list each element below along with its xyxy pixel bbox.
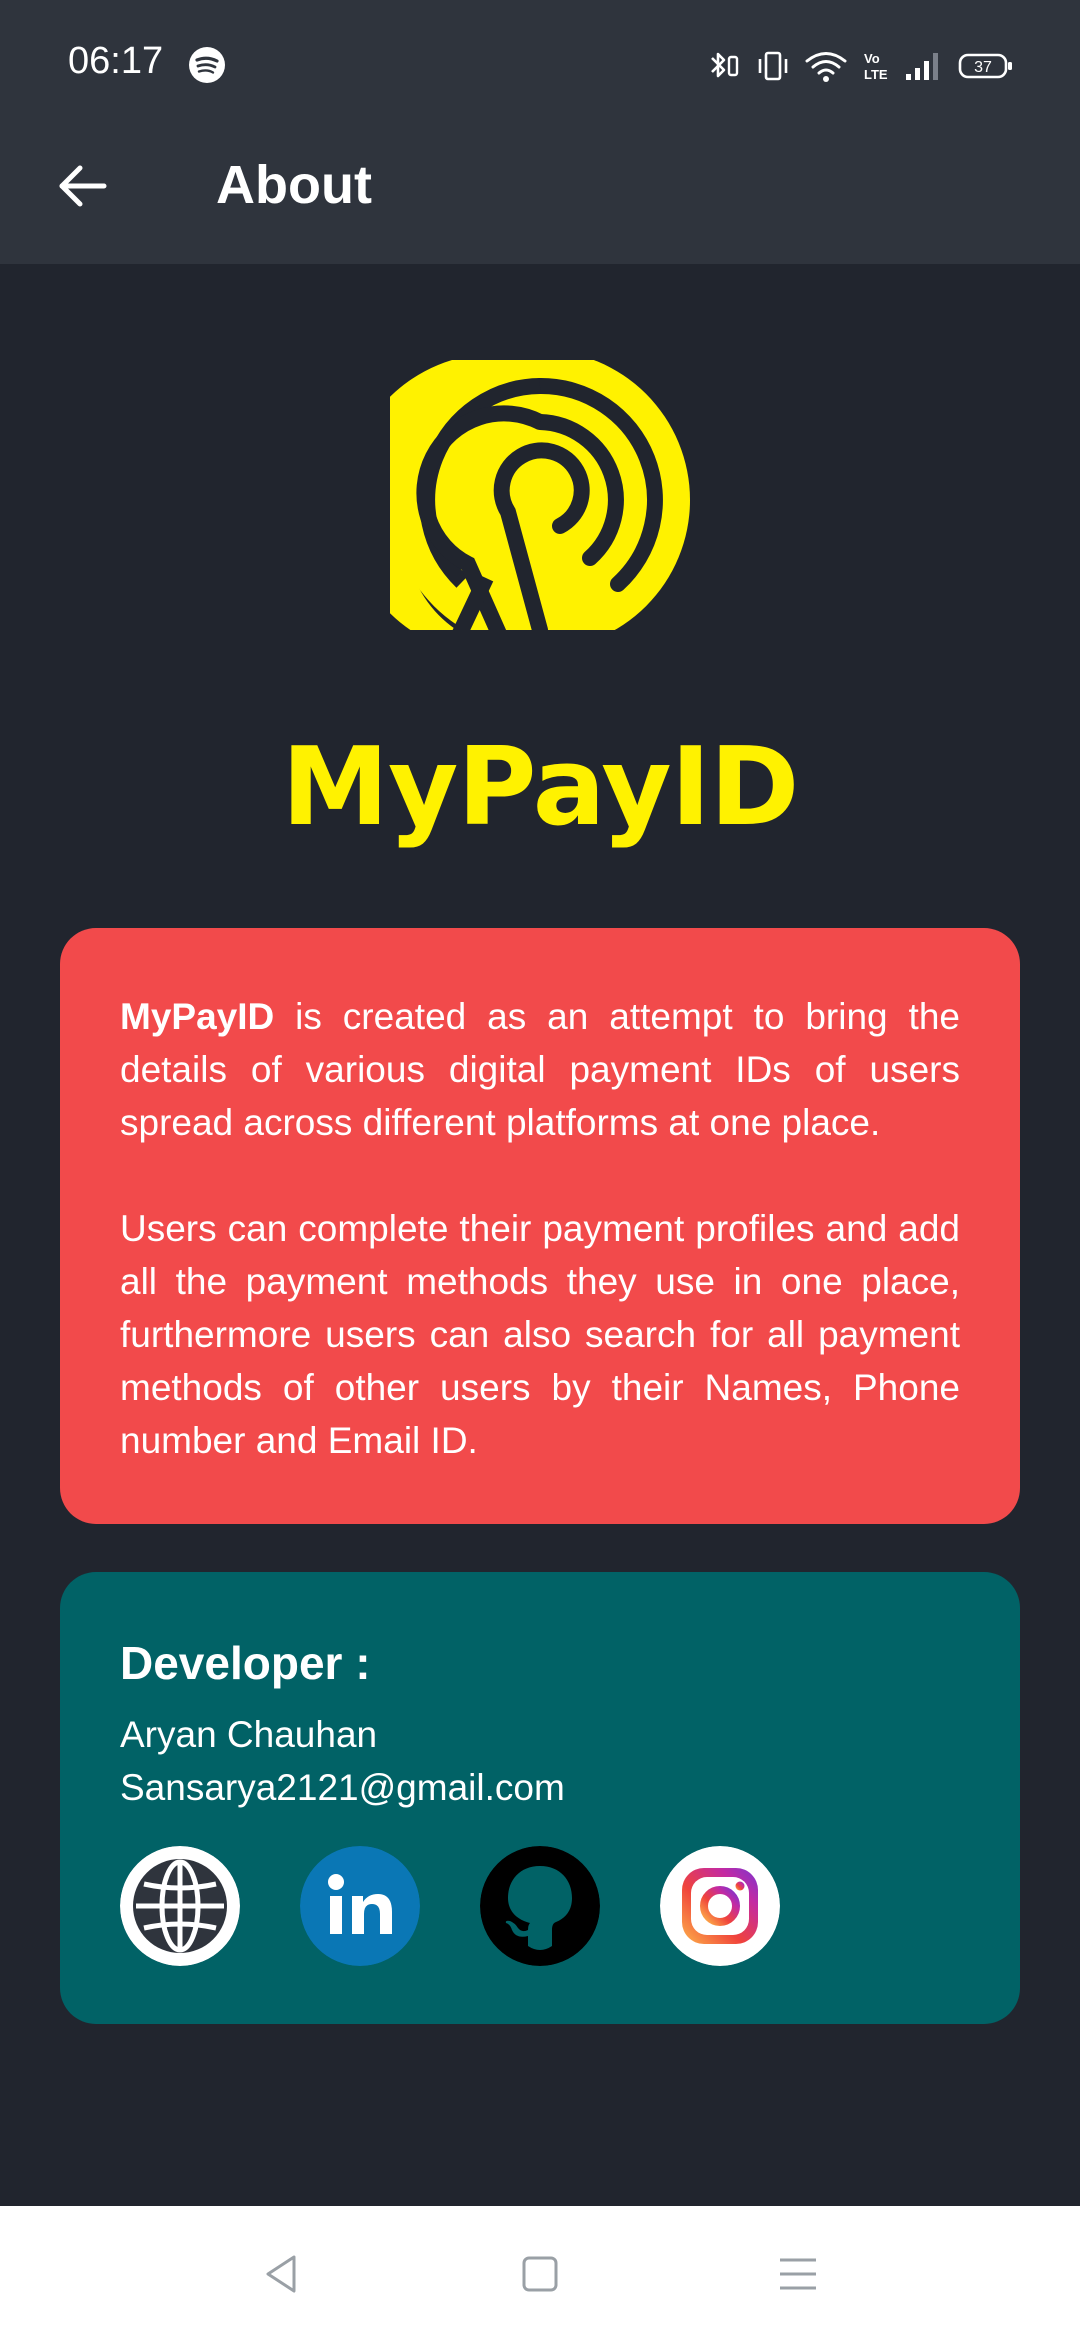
back-button[interactable] — [46, 150, 118, 222]
about-app-name: MyPayID — [120, 996, 275, 1037]
arrow-left-icon — [59, 165, 107, 207]
back-triangle-icon — [266, 2255, 296, 2293]
battery-level: 37 — [974, 59, 992, 76]
linkedin-button[interactable] — [300, 1846, 420, 1966]
bluetooth-icon — [711, 52, 739, 78]
signal-icon — [906, 53, 938, 80]
status-time: 06:17 — [68, 40, 164, 82]
svg-text:Vo: Vo — [864, 51, 880, 66]
svg-text:LTE: LTE — [864, 67, 888, 82]
nav-back-button[interactable] — [252, 2244, 312, 2304]
volte-icon: Vo LTE — [864, 51, 888, 82]
battery-icon: 37 — [958, 53, 1012, 79]
wifi-icon — [805, 52, 847, 82]
system-nav-bar — [0, 2206, 1080, 2340]
globe-icon — [120, 1846, 240, 1966]
instagram-button[interactable] — [660, 1846, 780, 1966]
developer-name: Aryan Chauhan — [120, 1714, 378, 1755]
developer-heading: Developer : — [120, 1637, 371, 1689]
instagram-icon — [660, 1846, 780, 1966]
social-links — [120, 1846, 780, 1966]
about-paragraph-1: MyPayID is created as an attempt to brin… — [120, 990, 960, 1149]
vibrate-icon — [758, 51, 788, 81]
app-name: MyPayID — [281, 725, 800, 850]
mypayid-logo — [390, 360, 690, 650]
developer-card: Developer : Aryan Chauhan Sansarya2121@g… — [60, 1572, 1020, 2024]
page-title: About — [216, 155, 372, 215]
menu-lines-icon — [780, 2258, 816, 2290]
website-button[interactable] — [120, 1846, 240, 1966]
home-square-icon — [522, 2256, 558, 2292]
spotify-icon — [189, 47, 225, 83]
status-bar: 06:17 Vo LTE 37 — [0, 0, 1080, 130]
github-button[interactable] — [480, 1846, 600, 1966]
developer-email[interactable]: Sansarya2121@gmail.com — [120, 1761, 960, 1814]
nav-recents-button[interactable] — [768, 2244, 828, 2304]
nav-home-button[interactable] — [510, 2244, 570, 2304]
about-card: MyPayID is created as an attempt to brin… — [60, 928, 1020, 1524]
github-icon — [480, 1846, 600, 1966]
about-paragraph-2: Users can complete their payment profile… — [120, 1208, 960, 1461]
app-bar: About — [0, 130, 1080, 264]
linkedin-icon — [300, 1846, 420, 1966]
